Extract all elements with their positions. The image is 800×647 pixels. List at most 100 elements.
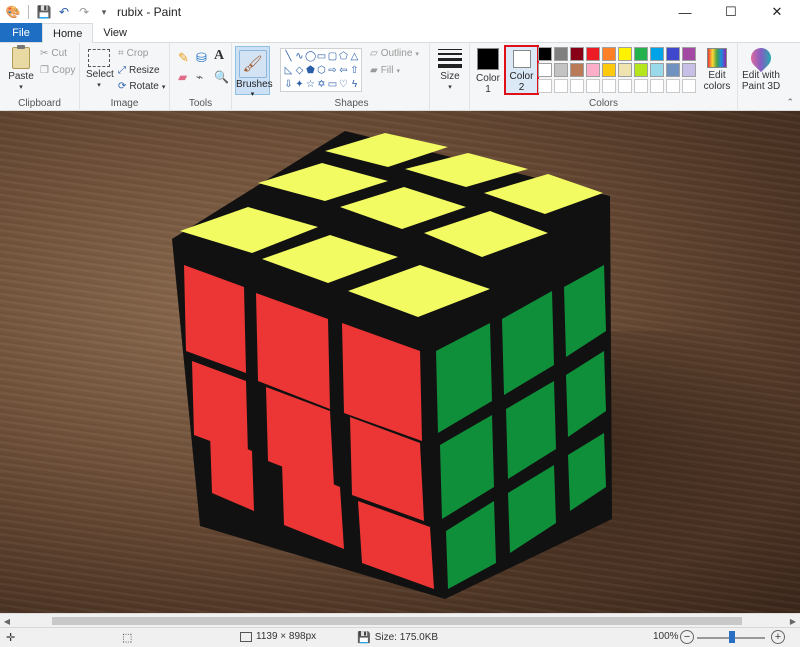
color-swatch[interactable] xyxy=(570,47,584,61)
lightning-shape-icon[interactable]: ϟ xyxy=(349,78,360,92)
color-swatch[interactable] xyxy=(634,79,648,93)
shapes-gallery[interactable]: ╲ ∿ ◯ ▭ ▢ ⬠ △ ◺ ◇ ⬟ ⬡ ⇨ ⇦ ⇧ ⇩ ✦ ☆ ✡ ▭ ♡ … xyxy=(280,48,362,92)
color1-button[interactable]: Color 1 xyxy=(474,48,502,95)
color-swatch[interactable] xyxy=(666,79,680,93)
arrow-left-shape-icon[interactable]: ⇦ xyxy=(338,64,349,78)
crop-label: Crop xyxy=(126,48,149,59)
eraser-icon[interactable]: ▰ xyxy=(178,70,187,84)
color-swatch[interactable] xyxy=(586,79,600,93)
fill-bucket-icon[interactable]: ⛁ xyxy=(196,50,207,66)
minimize-button[interactable]: — xyxy=(662,0,708,24)
arrow-up-shape-icon[interactable]: ⇧ xyxy=(349,64,360,78)
undo-icon[interactable]: ↶ xyxy=(57,5,71,19)
rotate-button[interactable]: ⟳ Rotate ▾ xyxy=(118,81,165,92)
color2-button[interactable]: Color 2 xyxy=(504,45,539,95)
save-icon[interactable]: 💾 xyxy=(37,5,52,19)
copy-button[interactable]: ❐ Copy xyxy=(40,65,75,76)
color-swatch[interactable] xyxy=(586,63,600,77)
star-four-shape-icon[interactable]: ✦ xyxy=(294,78,305,92)
callout-shape-icon[interactable]: ▭ xyxy=(327,78,338,92)
diamond-shape-icon[interactable]: ◇ xyxy=(294,64,305,78)
color-swatch[interactable] xyxy=(682,47,696,61)
polygon-shape-icon[interactable]: ⬠ xyxy=(338,50,349,64)
color-swatch[interactable] xyxy=(570,79,584,93)
arrow-right-shape-icon[interactable]: ⇨ xyxy=(327,64,338,78)
pentagon-shape-icon[interactable]: ⬟ xyxy=(305,64,316,78)
color-swatch[interactable] xyxy=(586,47,600,61)
close-button[interactable]: ✕ xyxy=(754,0,800,24)
scrollbar-thumb[interactable] xyxy=(52,617,742,625)
color-swatch[interactable] xyxy=(618,63,632,77)
star-five-shape-icon[interactable]: ☆ xyxy=(305,78,316,92)
curve-shape-icon[interactable]: ∿ xyxy=(294,50,305,64)
color-swatch[interactable] xyxy=(634,63,648,77)
tab-view[interactable]: View xyxy=(93,23,137,42)
color-swatch[interactable] xyxy=(650,47,664,61)
rounded-rectangle-shape-icon[interactable]: ▢ xyxy=(327,50,338,64)
drawing-canvas[interactable] xyxy=(0,111,800,613)
window-title: rubix - Paint xyxy=(117,5,182,19)
text-icon[interactable]: A xyxy=(214,48,224,64)
triangle-shape-icon[interactable]: △ xyxy=(349,50,360,64)
crop-button[interactable]: ⌗ Crop xyxy=(118,48,148,59)
tab-file[interactable]: File xyxy=(0,23,42,42)
chevron-down-icon: ▾ xyxy=(396,67,400,75)
color-swatch[interactable] xyxy=(682,79,696,93)
hexagon-shape-icon[interactable]: ⬡ xyxy=(316,64,327,78)
heart-shape-icon[interactable]: ♡ xyxy=(338,78,349,92)
magnifier-icon[interactable]: 🔍 xyxy=(214,70,229,84)
size-button[interactable]: Size ▾ xyxy=(436,47,464,93)
color-swatch[interactable] xyxy=(650,63,664,77)
color-swatch[interactable] xyxy=(554,63,568,77)
outline-button[interactable]: ▱ Outline ▾ xyxy=(370,48,419,59)
color-swatch[interactable] xyxy=(602,47,616,61)
fill-button[interactable]: ▰ Fill ▾ xyxy=(370,65,400,76)
color-swatch[interactable] xyxy=(602,63,616,77)
zoom-out-button[interactable]: − xyxy=(680,630,694,644)
zoom-in-button[interactable]: + xyxy=(771,630,785,644)
rectangle-shape-icon[interactable]: ▭ xyxy=(316,50,327,64)
scroll-right-icon[interactable]: ▶ xyxy=(786,614,800,628)
star-six-shape-icon[interactable]: ✡ xyxy=(316,78,327,92)
cut-button[interactable]: ✂ Cut xyxy=(40,48,67,59)
color-swatch[interactable] xyxy=(666,63,680,77)
redo-icon[interactable]: ↷ xyxy=(77,5,91,19)
color-picker-icon[interactable]: ⌁ xyxy=(196,70,203,84)
line-shape-icon[interactable]: ╲ xyxy=(283,50,294,64)
arrow-down-shape-icon[interactable]: ⇩ xyxy=(283,78,294,92)
color-swatch[interactable] xyxy=(682,63,696,77)
title-bar: 🎨 💾 ↶ ↷ ▾ rubix - Paint — ☐ ✕ xyxy=(0,0,800,24)
color-swatch[interactable] xyxy=(650,79,664,93)
color-swatch[interactable] xyxy=(602,79,616,93)
color-swatch[interactable] xyxy=(538,63,552,77)
color-swatch[interactable] xyxy=(554,47,568,61)
color-swatch[interactable] xyxy=(554,79,568,93)
select-button[interactable]: Select ▾ xyxy=(86,49,114,91)
zoom-slider-thumb[interactable] xyxy=(729,631,735,643)
color-swatch[interactable] xyxy=(666,47,680,61)
image-group-label: Image xyxy=(110,98,139,109)
color-swatch[interactable] xyxy=(618,79,632,93)
pencil-icon[interactable]: ✎ xyxy=(178,50,189,66)
oval-shape-icon[interactable]: ◯ xyxy=(305,50,316,64)
edit-with-paint3d-button[interactable]: Edit with Paint 3D xyxy=(740,43,782,92)
scroll-left-icon[interactable]: ◀ xyxy=(0,614,14,628)
collapse-ribbon-icon[interactable]: ⌃ xyxy=(786,97,794,108)
resize-button[interactable]: ⤢ Resize xyxy=(118,65,160,76)
tab-home[interactable]: Home xyxy=(42,23,94,43)
horizontal-scrollbar[interactable]: ◀ ▶ xyxy=(0,613,800,627)
image-group: Select ▾ ⌗ Crop ⤢ Resize ⟳ Rotate ▾ Imag… xyxy=(80,43,170,111)
color-swatch[interactable] xyxy=(570,63,584,77)
right-triangle-shape-icon[interactable]: ◺ xyxy=(283,64,294,78)
paste-button[interactable]: Paste ▾ xyxy=(6,45,36,93)
color-swatch[interactable] xyxy=(538,79,552,93)
edit-colors-button[interactable]: Edit colors xyxy=(702,48,732,92)
maximize-button[interactable]: ☐ xyxy=(708,0,754,24)
customize-icon[interactable]: ▾ xyxy=(97,5,111,19)
cursor-icon: ✛ xyxy=(6,632,16,644)
color-swatch[interactable] xyxy=(634,47,648,61)
line-width-icon xyxy=(438,47,462,69)
color-swatch[interactable] xyxy=(618,47,632,61)
color-swatch[interactable] xyxy=(538,47,552,61)
brushes-button[interactable]: 🖌 Brushes ▾ xyxy=(235,46,273,98)
